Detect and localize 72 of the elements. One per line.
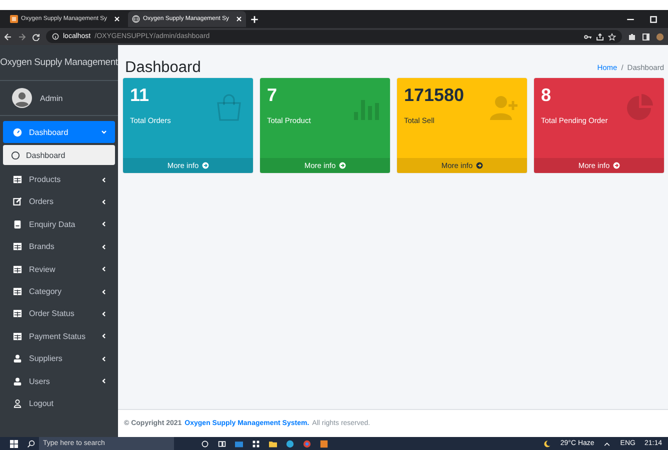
chevron-left-icon (101, 266, 107, 272)
folder-icon[interactable] (269, 440, 277, 448)
stat-value: 7 (267, 84, 278, 106)
arrow-circle-icon (202, 162, 209, 169)
chevron-left-icon (101, 310, 107, 317)
maximize-icon[interactable] (649, 14, 658, 24)
gauge-icon (13, 128, 22, 137)
sidebar-item[interactable]: Brands (3, 236, 115, 258)
dots-grid-icon[interactable] (252, 440, 260, 448)
pie-chart-icon (625, 92, 655, 122)
task-view-icon[interactable] (218, 440, 226, 448)
chevron-left-icon (101, 378, 107, 384)
chevron-left-icon (101, 221, 107, 228)
chevron-left-icon (101, 356, 107, 362)
forward-icon[interactable] (18, 32, 26, 40)
reload-icon[interactable] (32, 32, 40, 40)
arrow-circle-icon (476, 162, 483, 169)
sidebar-item[interactable]: Orders (3, 190, 115, 214)
sidebar-item[interactable]: Payment Status (3, 325, 115, 348)
close-icon[interactable] (236, 16, 242, 22)
star-icon[interactable] (608, 32, 616, 40)
chevron-down-icon (101, 129, 107, 136)
share-icon[interactable] (596, 32, 604, 40)
new-tab-icon[interactable] (250, 14, 259, 24)
sidebar-item[interactable]: Suppliers (3, 348, 115, 370)
table-icon (13, 264, 22, 274)
profile-avatar-icon[interactable] (656, 32, 664, 40)
page-title: Dashboard (125, 58, 201, 76)
info-icon (52, 33, 59, 40)
key-icon[interactable] (584, 32, 592, 40)
user-icon (13, 376, 22, 386)
table-icon (13, 309, 22, 318)
stat-value: 11 (130, 84, 150, 106)
chevron-left-icon (101, 288, 107, 295)
stat-value: 171580 (404, 84, 466, 106)
table-icon (13, 332, 22, 341)
sidebar-item[interactable]: Order Status (3, 302, 115, 326)
arrow-circle-icon (338, 162, 346, 169)
chevron-left-icon (101, 244, 107, 250)
sidebar-item[interactable]: Users (3, 370, 115, 392)
user-name[interactable]: Admin (40, 94, 63, 102)
user-icon (13, 354, 22, 364)
user-outline-icon (13, 398, 22, 408)
table-icon (13, 287, 22, 296)
close-icon[interactable] (114, 16, 120, 22)
sidebar-item[interactable]: Review (3, 258, 115, 280)
circle-icon (11, 150, 20, 160)
arrow-circle-icon (612, 162, 620, 169)
shopping-bag-icon (214, 92, 244, 122)
mail-icon[interactable] (235, 440, 243, 448)
edit-icon (13, 197, 22, 206)
app-icon[interactable] (320, 440, 328, 448)
windows-start-icon[interactable] (10, 440, 18, 448)
chevron-left-icon (101, 198, 107, 205)
globe-icon (132, 15, 140, 23)
back-icon[interactable] (4, 32, 12, 40)
sidebar-item[interactable]: Dashboard (3, 121, 115, 144)
table-icon (13, 175, 22, 184)
user-avatar-icon (12, 88, 32, 108)
stat-value: 8 (541, 84, 552, 106)
chevron-left-icon (101, 333, 107, 340)
document-icon (13, 220, 22, 229)
sidebar-item[interactable]: Enquiry Data (3, 213, 115, 236)
sidebar-item[interactable]: Category (3, 280, 115, 303)
sidebar-item[interactable]: Logout (3, 392, 115, 415)
site-icon (10, 15, 18, 23)
side-panel-icon[interactable] (642, 32, 650, 40)
chevron-left-icon (101, 176, 107, 183)
sidebar-subitem[interactable]: Dashboard (3, 145, 115, 166)
table-icon (13, 242, 22, 252)
sidebar-item[interactable]: Products (3, 168, 115, 191)
weather-icon (543, 440, 552, 448)
